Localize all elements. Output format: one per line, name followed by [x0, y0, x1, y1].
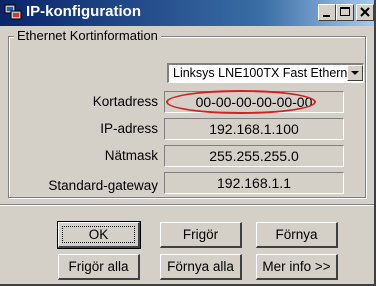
label-default-gateway: Standard-gateway	[48, 178, 158, 193]
chevron-down-icon	[351, 71, 359, 75]
close-icon	[360, 7, 370, 17]
renew-all-button[interactable]: Förnya alla	[160, 254, 242, 280]
ip-config-window: IP-konfiguration Ethernet Kortinformatio…	[0, 0, 376, 286]
release-all-button[interactable]: Frigör alla	[58, 254, 140, 280]
release-all-button-label: Frigör alla	[68, 259, 129, 274]
renew-button[interactable]: Förnya	[256, 222, 338, 248]
release-button[interactable]: Frigör	[160, 222, 242, 248]
subnet-mask-value: 255.255.255.0	[164, 145, 344, 167]
separator	[0, 204, 374, 206]
focus-rect	[62, 226, 135, 243]
title-bar[interactable]: IP-konfiguration	[0, 0, 374, 26]
close-button[interactable]	[356, 4, 374, 21]
ok-button[interactable]: OK	[57, 221, 141, 249]
adapter-select-value: Linksys LNE100TX Fast Ethernet	[173, 66, 358, 80]
more-info-button[interactable]: Mer info >>	[256, 254, 338, 280]
more-info-button-label: Mer info >>	[262, 259, 331, 274]
label-subnet-mask: Nätmask	[104, 148, 158, 163]
group-label: Ethernet Kortinformation	[14, 28, 161, 43]
window-title: IP-konfiguration	[26, 3, 141, 20]
label-card-address: Kortadress	[92, 94, 158, 109]
maximize-button[interactable]	[336, 4, 354, 21]
maximize-icon	[340, 7, 350, 16]
renew-button-label: Förnya	[275, 227, 318, 242]
label-ip-address: IP-adress	[100, 121, 158, 136]
card-address-highlight-circle	[166, 90, 316, 114]
network-app-icon	[4, 4, 22, 20]
default-gateway-value: 192.168.1.1	[164, 172, 344, 194]
adapter-select[interactable]: Linksys LNE100TX Fast Ethernet	[167, 63, 364, 83]
minimize-button[interactable]	[318, 4, 336, 21]
release-button-label: Frigör	[182, 227, 219, 242]
ip-address-value: 192.168.1.100	[164, 118, 344, 140]
renew-all-button-label: Förnya alla	[167, 259, 234, 274]
adapter-dropdown-button[interactable]	[347, 65, 363, 81]
minimize-icon	[323, 15, 330, 17]
